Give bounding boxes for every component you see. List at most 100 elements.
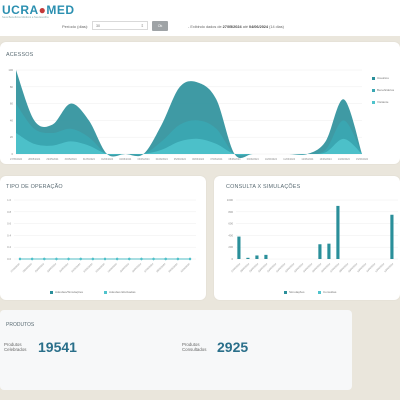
acessos-xtick-label: 14/06/2024 [338,158,351,161]
consulta-xtick-label: 13/06/2024 [384,262,395,273]
acessos-xtick-label: 06/06/2024 [192,158,205,161]
operacao-xtick-label: 02/06/2024 [83,262,94,273]
operacao-point [43,257,46,261]
consulta-legend-consultas[interactable]: Consultas [318,290,336,294]
operacao-ytick-label: 0.6 [7,222,11,226]
consulta-bar [327,243,331,259]
acessos-chart: 0 20 40 60 80 100 27/05/2024 28/05/2024 29/05/20… [8,68,369,161]
operacao-legend-efetivadas[interactable]: Adesões Efetivadas [104,290,136,294]
acessos-card: ACESSOS 0 20 40 60 80 100 27/05/2024 28/05/2024… [0,42,400,164]
consulta-bar [237,236,241,259]
acessos-xtick-label: 11/06/2024 [283,158,295,161]
operacao-xtick-label: 29/05/2024 [34,262,45,273]
operacao-point [164,257,167,261]
operacao-point [55,257,58,261]
operacao-xtick-label: 30/05/2024 [47,262,58,273]
operacao-xtick-label: 04/06/2024 [107,262,118,273]
operacao-ytick-label: 0.4 [7,233,11,237]
top-bar: UCRA●MED Seus Benefícios Médicos a Sua E… [0,0,400,36]
date-range-text: - Exibindo dados de 27/05/2024 até 04/06… [188,25,284,29]
acessos-ytick-label: 20 [10,135,14,139]
celebrados-value: 19541 [38,339,77,355]
produtos-card: PRODUTOS Produtos Celebrados 19541 Produ… [0,310,352,390]
consultados-label: Produtos Consultados [182,342,207,352]
acessos-ytick-label: 60 [10,102,14,106]
acessos-xtick-label: 12/06/2024 [301,158,314,161]
acessos-xtick-label: 09/06/2024 [247,158,260,161]
operacao-ytick-label: 0.8 [7,210,11,214]
consulta-bar [264,254,268,259]
consulta-ytick-label: 0 [231,257,233,261]
acessos-xtick-label: 08/06/2024 [229,158,242,161]
operacao-xtick-label: 07/06/2024 [144,262,155,273]
operacao-chart: 0.0 0.2 0.4 0.6 0.8 1.0 27/05/2024 28/05/2024 29… [7,198,196,273]
operacao-xtick-label: 28/05/2024 [22,262,33,273]
acessos-xtick-label: 03/06/2024 [137,158,150,161]
period-select[interactable]: 30 ⇕ [92,21,148,30]
consulta-bar [318,244,322,259]
operacao-point [79,257,82,261]
ok-button[interactable]: Ok [152,21,168,31]
operacao-xtick-label: 01/06/2024 [71,262,82,273]
operacao-point [103,257,107,261]
logo-subtitle: Seus Benefícios Médicos a Sua Escolha [2,16,49,19]
operacao-xtick-label: 08/06/2024 [156,262,167,273]
operacao-xtick-label: 09/06/2024 [168,262,179,273]
acessos-xtick-label: 29/05/2024 [46,158,59,161]
operacao-xtick-label: 06/06/2024 [132,262,143,273]
consulta-bar [255,255,259,259]
acessos-xtick-label: 31/05/2024 [83,158,96,161]
acessos-xtick-label: 27/05/2024 [10,158,23,161]
operacao-xtick-label: 05/06/2024 [119,262,130,273]
operacao-point [188,257,192,261]
operacao-point [91,257,95,261]
operacao-point [67,257,70,261]
acessos-xtick-label: 13/06/2024 [320,158,333,161]
operacao-legend-simulacoes[interactable]: Adesões/Simulações [50,290,83,294]
acessos-xtick-label: 05/06/2024 [174,158,187,161]
acessos-xtick-label: 10/06/2024 [265,158,278,161]
consulta-bar [390,214,394,259]
consulta-bar [246,257,250,259]
operacao-ytick-label: 1.0 [7,198,11,202]
acessos-xtick-label: 28/05/2024 [28,158,41,161]
consulta-chart: 0200400600800100027/05/202428/05/202429/… [227,198,398,273]
consulta-ytick-label: 200 [228,245,233,249]
acessos-xtick-label: 02/06/2024 [119,158,132,161]
acessos-legend-beneficiarios[interactable]: Beneficiários [372,88,394,92]
acessos-legend-visitante[interactable]: Visitante [372,100,388,104]
operacao-point [30,257,34,261]
period-label: Período (dias): [62,24,89,29]
acessos-ytick-label: 0 [11,152,13,156]
operacao-point [115,257,119,261]
operacao-ytick-label: 0.0 [7,257,11,261]
operacao-card: TIPO DE OPERAÇÃO 0.0 0.2 0.4 0.6 0.8 1.0 27/05… [0,176,206,300]
acessos-xtick-label: 15/06/2024 [356,158,369,161]
consulta-ytick-label: 400 [228,233,233,237]
acessos-xtick-label: 07/06/2024 [210,158,223,161]
produtos-title: PRODUTOS [6,322,35,328]
consulta-card: CONSULTA X SIMULAÇÕES 0 200 400 600 800 1000 2… [214,176,400,300]
consulta-legend-simulacoes[interactable]: Simulações [284,290,305,294]
consulta-ytick-label: 600 [228,222,233,226]
operacao-point [152,257,155,261]
acessos-ytick-label: 40 [10,118,14,122]
operacao-xtick-label: 03/06/2024 [95,262,106,273]
chevron-down-icon: ⇕ [140,23,144,28]
acessos-xtick-label: 01/06/2024 [101,158,114,161]
operacao-point [128,257,131,261]
acessos-ytick-label: 100 [8,68,13,72]
consulta-ytick-label: 1000 [227,198,234,202]
consultados-value: 2925 [217,339,249,355]
consulta-ytick-label: 800 [228,210,233,214]
celebrados-label: Produtos Celebrados [4,342,27,352]
operacao-xtick-label: 27/05/2024 [10,262,21,273]
operacao-ytick-label: 0.2 [7,245,11,249]
operacao-point [18,257,22,261]
acessos-legend-usuarios[interactable]: Usuários [372,76,389,80]
consulta-bar [336,205,340,259]
operacao-point [140,257,143,261]
logo: UCRA●MED [2,3,75,17]
operacao-xtick-label: 10/06/2024 [180,262,191,273]
acessos-xtick-label: 30/05/2024 [65,158,78,161]
